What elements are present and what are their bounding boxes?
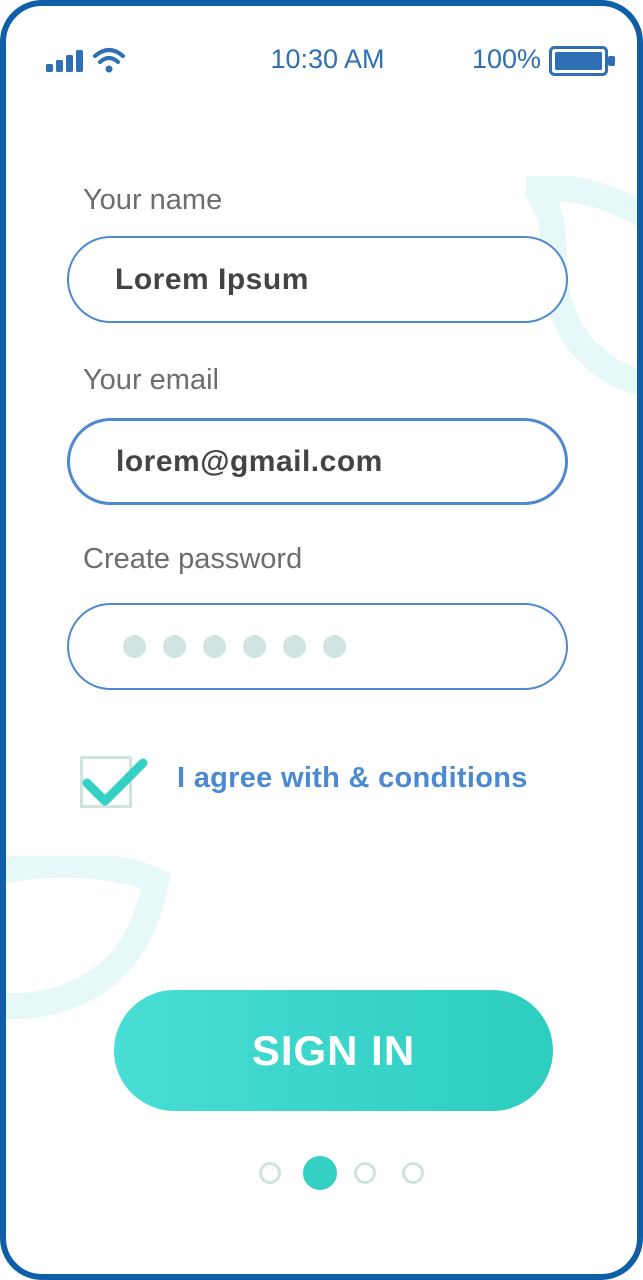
sign-in-button[interactable]: SIGN IN [114,990,553,1111]
password-dot [323,635,346,658]
pager-dot[interactable] [259,1162,281,1184]
battery-percent: 100% [471,44,541,74]
password-dot [243,635,266,658]
checkmark-icon [82,758,148,806]
battery-icon [549,46,615,76]
password-dot [203,635,226,658]
email-field[interactable]: lorem@gmail.com [67,418,568,505]
password-dot [283,635,306,658]
pager-dot[interactable] [402,1162,424,1184]
status-bar: 10:30 AM 100% [6,6,637,116]
email-value: lorem@gmail.com [116,444,383,478]
page-indicator [256,1156,436,1192]
password-field[interactable] [67,603,568,690]
password-dot [163,635,186,658]
agree-label[interactable]: I agree with & conditions [177,762,528,795]
name-field[interactable]: Lorem Ipsum [67,236,568,323]
phone-frame: 10:30 AM 100% Your name Lorem Ipsum Your… [0,0,643,1280]
email-label: Your email [83,364,219,396]
name-label: Your name [83,184,223,216]
password-mask [115,635,346,658]
status-time: 10:30 AM [270,44,385,74]
pager-dot[interactable] [354,1162,376,1184]
name-value: Lorem Ipsum [115,262,309,296]
password-label: Create password [83,543,303,575]
agree-row: I agree with & conditions [80,744,580,836]
pager-dot-active[interactable] [303,1156,337,1190]
agree-checkbox[interactable] [80,756,148,808]
password-dot [123,635,146,658]
